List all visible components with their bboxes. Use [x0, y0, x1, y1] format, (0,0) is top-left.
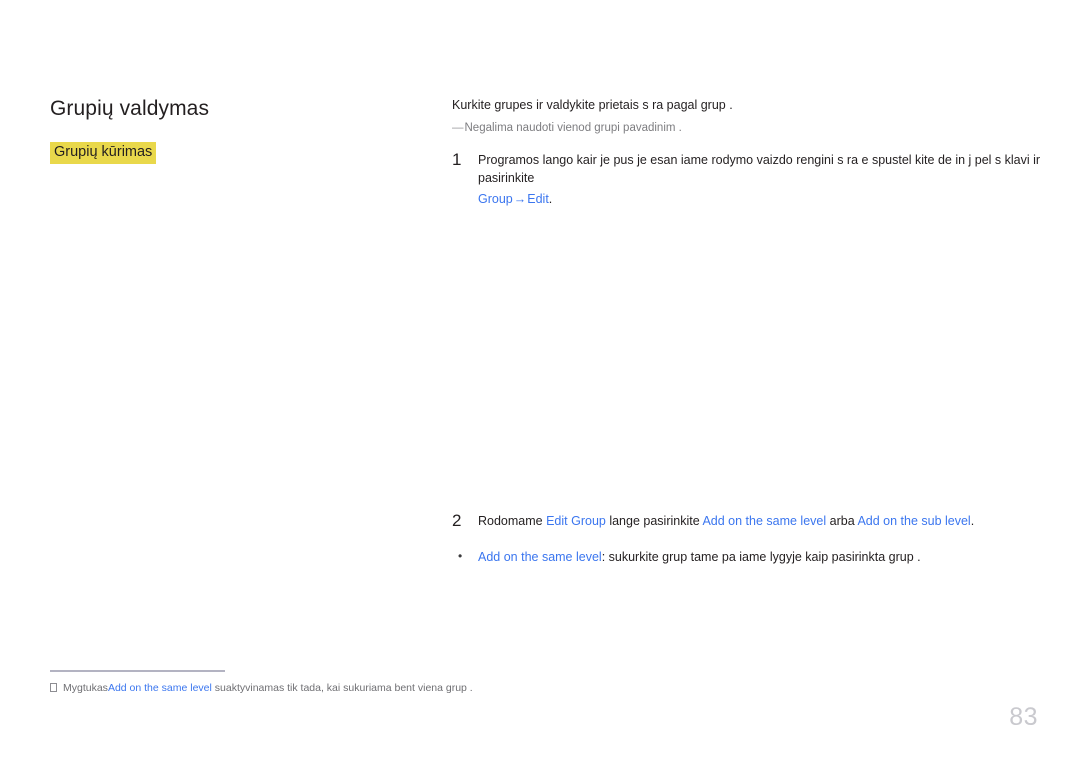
footnote-marker-icon [50, 683, 57, 692]
link-edit-group[interactable]: Edit Group [546, 514, 606, 528]
document-page: Grupių valdymas Grupių kūrimas Kurkite g… [0, 0, 1080, 763]
link-add-on-the-same-level[interactable]: Add on the same level [702, 514, 826, 528]
right-column: Kurkite grupes ir valdykite prietais s r… [452, 96, 1068, 566]
step-body: Programos lango kair je pus je esan iame… [478, 151, 1068, 208]
step-item-1: 1 Programos lango kair je pus je esan ia… [452, 151, 1068, 208]
footnote-divider [50, 670, 225, 672]
step-continuation: Group→Edit. [478, 190, 1068, 208]
footnote-text: MygtukasAdd on the same level suaktyvina… [63, 681, 473, 696]
step-number: 1 [452, 150, 462, 169]
footnote-suffix: suaktyvinamas tik tada, kai sukuriama be… [211, 682, 473, 694]
link-edit[interactable]: Edit [527, 192, 549, 206]
step-number: 2 [452, 511, 462, 531]
arrow-right-icon: → [513, 192, 527, 207]
step-item-2: 2 Rodomame Edit Group lange pasirinkite … [452, 512, 1068, 530]
note-dash-icon: ― [452, 121, 463, 134]
link-group[interactable]: Group [478, 192, 513, 206]
left-column: Grupių valdymas Grupių kūrimas [50, 96, 410, 164]
footnote-area: MygtukasAdd on the same level suaktyvina… [50, 670, 750, 696]
section-title-highlighted: Grupių kūrimas [50, 142, 157, 164]
link-add-on-the-same-level[interactable]: Add on the same level [478, 550, 602, 564]
intro-paragraph: Kurkite grupes ir valdykite prietais s r… [452, 98, 733, 112]
step-text-mid-1: lange pasirinkite [605, 514, 703, 529]
footnote: MygtukasAdd on the same level suaktyvina… [50, 681, 750, 696]
step-continuation-period: . [548, 192, 553, 207]
page-number: 83 [1009, 703, 1038, 731]
bullet-item: • Add on the same level: sukurkite grup … [452, 548, 1068, 566]
step-text-suffix: . [970, 514, 975, 529]
bullet-text: Add on the same level: sukurkite grup ta… [478, 548, 1068, 566]
step-body: Rodomame Edit Group lange pasirinkite Ad… [478, 512, 1068, 530]
bullet-point-icon: • [458, 548, 463, 563]
step-text-prefix: Rodomame [478, 514, 547, 529]
step-text-mid-2: arba [826, 514, 858, 529]
link-add-on-the-sub-level[interactable]: Add on the sub level [857, 514, 970, 528]
step-text: Programos lango kair je pus je esan iame… [478, 153, 1041, 186]
note-text: Negalima naudoti vienod grupi pavadinim … [464, 121, 682, 134]
steps-list: 1 Programos lango kair je pus je esan ia… [452, 151, 1068, 531]
note-line: ― Negalima naudoti vienod grupi pavadini… [452, 120, 1068, 137]
footnote-prefix: Mygtukas [63, 682, 108, 694]
page-title: Grupių valdymas [50, 97, 210, 120]
link-add-on-the-same-level[interactable]: Add on the same level [108, 682, 212, 694]
section-title-container: Grupių kūrimas [50, 142, 410, 164]
bullet-description: : sukurkite grup tame pa iame lygyje kai… [601, 549, 921, 564]
